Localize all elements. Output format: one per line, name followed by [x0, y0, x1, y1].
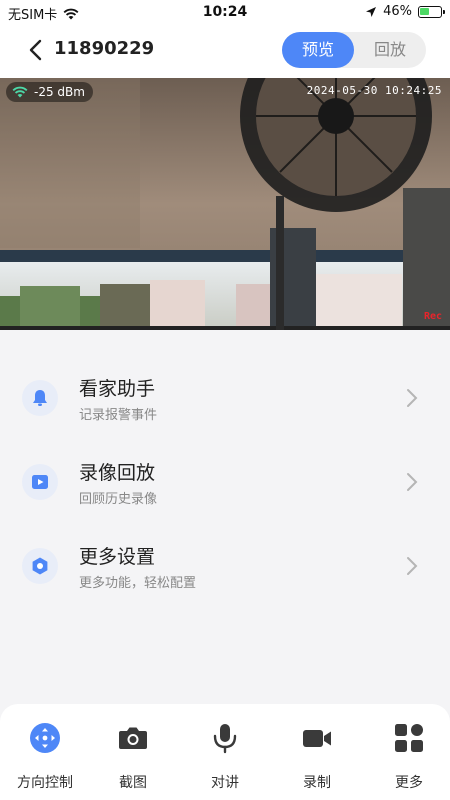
menu-item-home-assistant[interactable]: 看家助手 记录报警事件: [0, 356, 450, 440]
view-mode-toggle: 预览 回放: [282, 32, 426, 68]
signal-strength-pill: -25 dBm: [6, 82, 93, 102]
bottom-toolbar: 方向控制 截图 对讲 录制 更多: [0, 704, 450, 800]
signal-value: -25 dBm: [34, 85, 85, 99]
nav-bar: 11890229 预览 回放: [0, 24, 450, 78]
direction-control-icon: [30, 723, 60, 753]
more-button[interactable]: 更多: [364, 704, 450, 800]
direction-control-button[interactable]: 方向控制: [0, 704, 90, 800]
tool-label: 截图: [119, 775, 147, 791]
tab-playback[interactable]: 回放: [354, 32, 426, 68]
status-bar: 无SIM卡 10:24 46%: [0, 0, 450, 24]
camera-scene-image: [0, 78, 450, 330]
microphone-icon: [213, 724, 237, 754]
grid-more-icon: [395, 724, 423, 752]
chevron-right-icon: [407, 557, 418, 575]
screenshot-button[interactable]: 截图: [88, 704, 178, 800]
back-arrow-icon[interactable]: [24, 38, 48, 62]
chevron-right-icon: [407, 473, 418, 491]
menu-item-title: 更多设置: [79, 546, 156, 568]
play-icon: [22, 464, 58, 500]
menu-item-more-settings[interactable]: 更多设置 更多功能，轻松配置: [0, 524, 450, 608]
bell-icon: [22, 380, 58, 416]
battery-percent: 46%: [383, 4, 412, 19]
live-video-feed[interactable]: -25 dBm 2024-05-30 10:24:25 Rec: [0, 78, 450, 330]
tool-label: 更多: [395, 775, 423, 791]
tab-preview[interactable]: 预览: [282, 32, 354, 68]
chevron-right-icon: [407, 389, 418, 407]
location-arrow-icon: [366, 6, 377, 17]
tool-label: 录制: [303, 775, 331, 791]
status-right: 46%: [365, 4, 445, 19]
wifi-signal-icon: [12, 86, 28, 98]
menu-item-subtitle: 记录报警事件: [79, 408, 158, 423]
tool-label: 方向控制: [17, 775, 73, 791]
video-record-icon: [303, 730, 331, 747]
record-button[interactable]: 录制: [272, 704, 362, 800]
hexagon-settings-icon: [22, 548, 58, 584]
menu-item-subtitle: 更多功能，轻松配置: [79, 576, 197, 591]
rec-indicator: Rec: [423, 311, 442, 322]
device-id-title: 11890229: [54, 38, 155, 59]
battery-icon: [418, 5, 445, 18]
video-timestamp: 2024-05-30 10:24:25: [306, 84, 442, 97]
menu-item-subtitle: 回顾历史录像: [79, 492, 158, 507]
battery-fill: [420, 7, 429, 15]
menu-item-playback[interactable]: 录像回放 回顾历史录像: [0, 440, 450, 524]
camera-icon: [119, 727, 147, 749]
tool-label: 对讲: [211, 775, 239, 791]
feature-menu: 看家助手 记录报警事件 录像回放 回顾历史录像 更多设置 更多功能，轻松配置: [0, 356, 450, 608]
menu-item-title: 录像回放: [79, 462, 156, 484]
intercom-button[interactable]: 对讲: [180, 704, 270, 800]
menu-item-title: 看家助手: [79, 378, 156, 400]
